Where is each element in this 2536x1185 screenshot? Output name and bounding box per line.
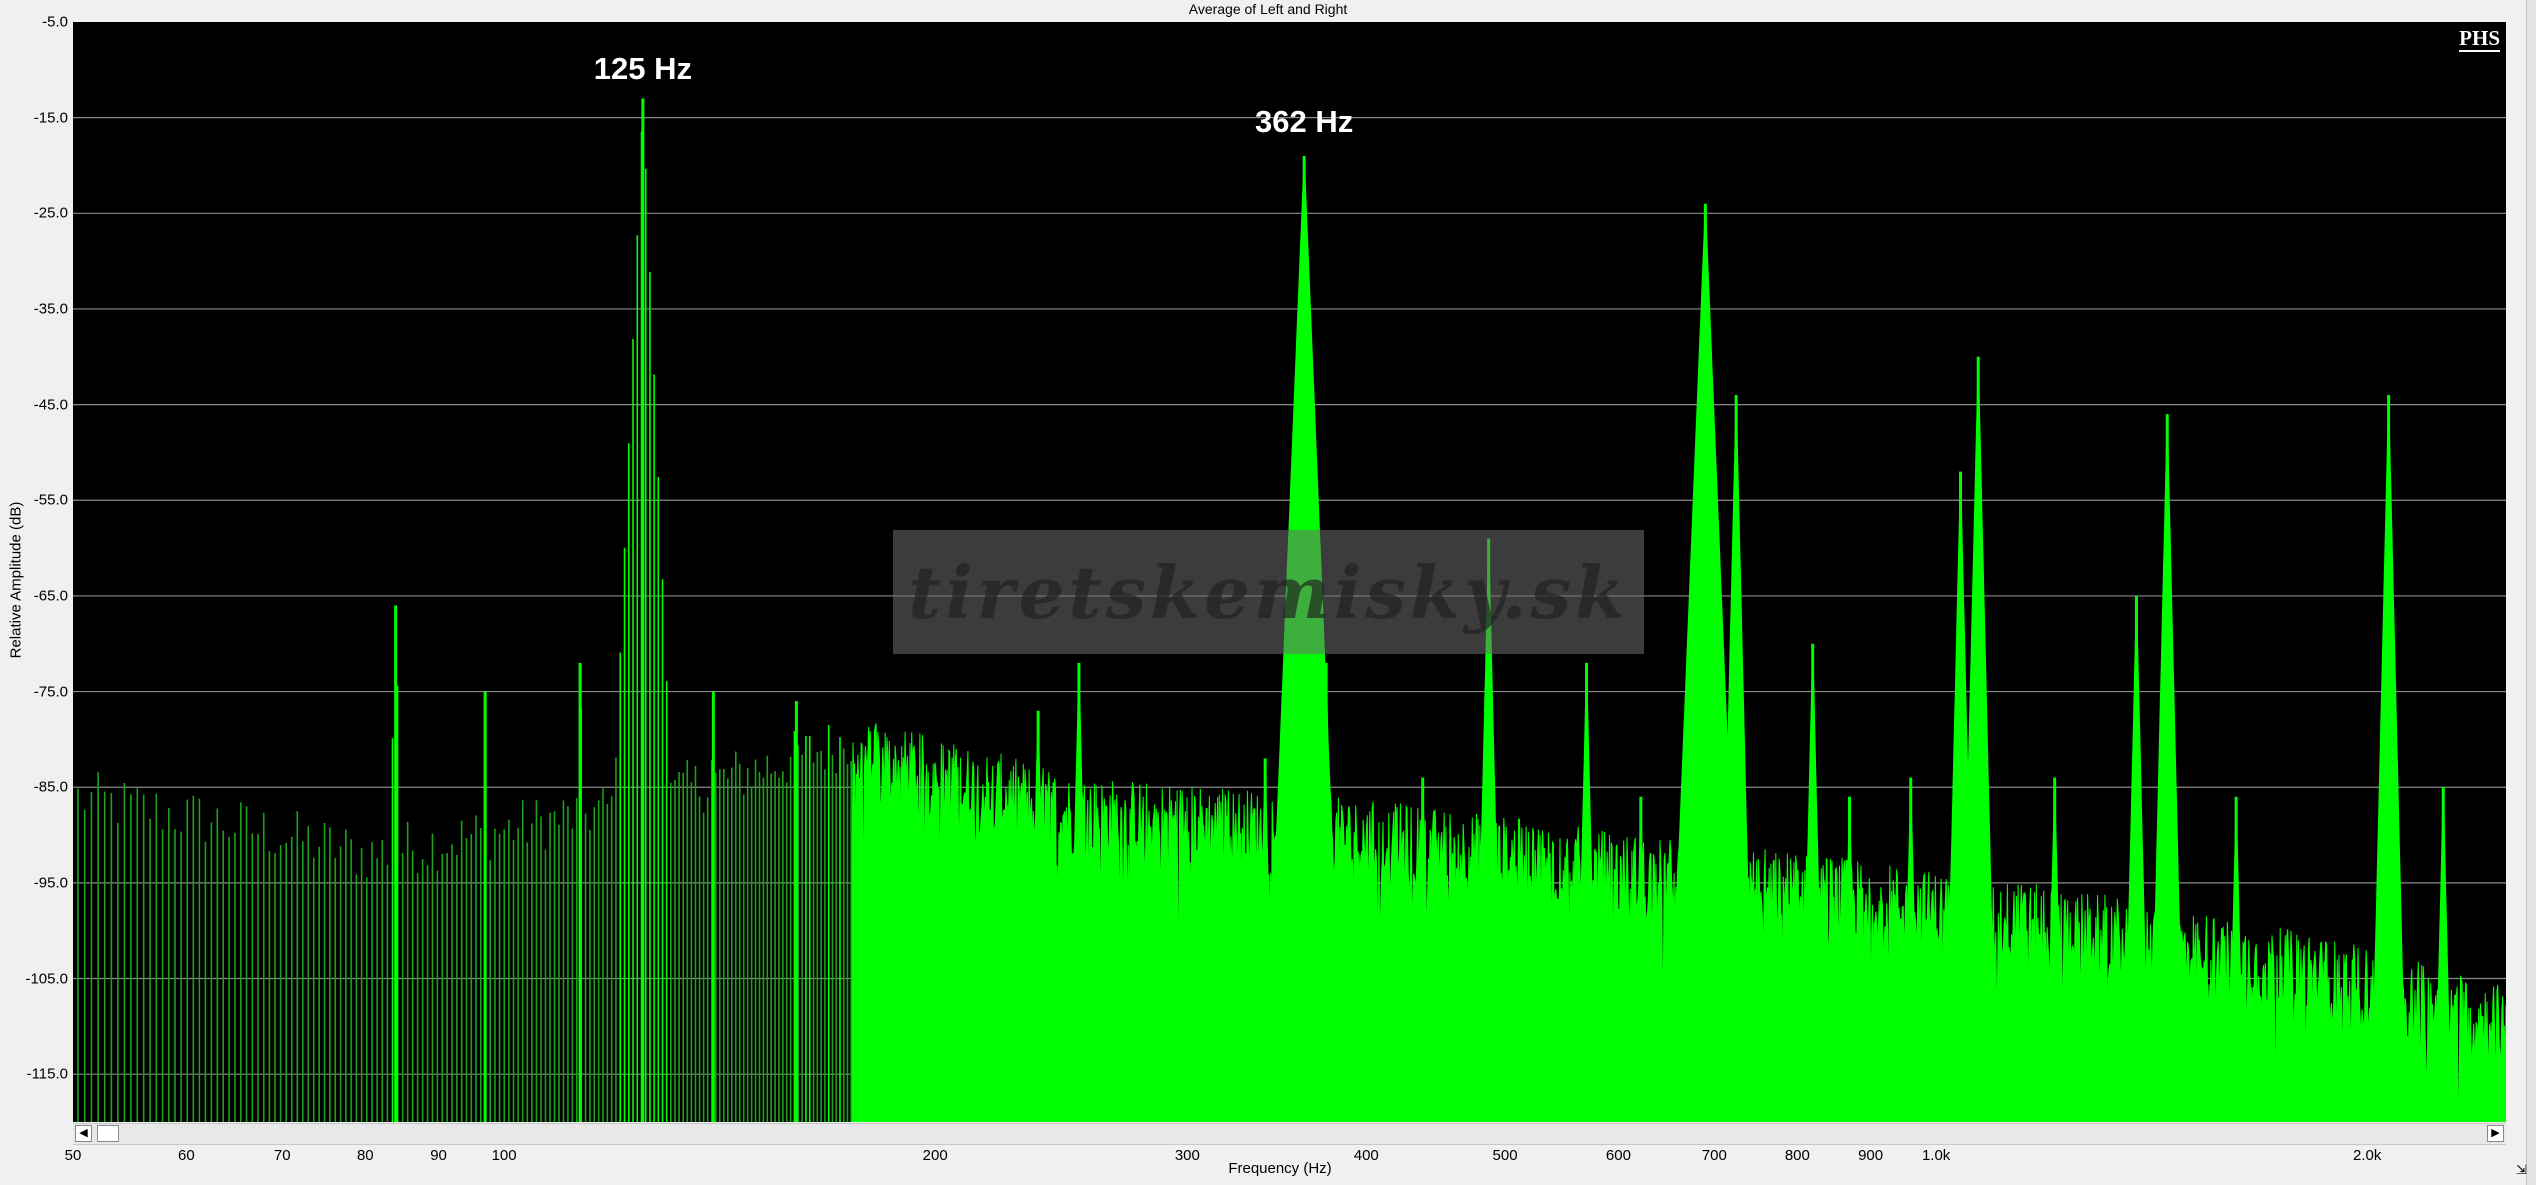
y-tick-label: -45.0 (33, 396, 68, 414)
y-tick-label: -105.0 (25, 970, 68, 988)
y-tick-label: -25.0 (33, 204, 68, 222)
plot-area: tiretskemisky.sk PHS 125 Hz 362 Hz (73, 22, 2506, 1122)
y-tick-label: -15.0 (33, 109, 68, 127)
y-tick-label: -5.0 (42, 13, 68, 31)
chart-title: Average of Left and Right (1188, 1, 1348, 17)
logo: PHS (2459, 26, 2500, 52)
peak-label: 362 Hz (1255, 103, 1354, 139)
scroll-left-icon[interactable]: ◀ (75, 1125, 92, 1142)
y-tick-label: -75.0 (33, 683, 68, 701)
scroll-right-icon[interactable]: ▶ (2487, 1125, 2504, 1142)
watermark: tiretskemisky.sk (893, 530, 1644, 654)
y-tick-label: -35.0 (33, 300, 68, 318)
y-tick-label: -65.0 (33, 587, 68, 605)
window-edge (2526, 0, 2536, 1185)
scroll-thumb[interactable] (97, 1125, 119, 1142)
watermark-text: tiretskemisky.sk (908, 549, 1629, 635)
x-axis-label: Frequency (Hz) (1228, 1160, 1332, 1177)
peak-label: 125 Hz (593, 51, 692, 87)
y-axis-label: Relative Amplitude (dB) (7, 501, 25, 659)
resize-grip-icon[interactable]: ⇲ (2516, 1162, 2527, 1178)
y-tick-label: -115.0 (26, 1065, 68, 1083)
y-tick-label: -85.0 (33, 778, 68, 796)
y-tick-label: -55.0 (33, 491, 68, 509)
horizontal-scrollbar[interactable]: ◀ ▶ (73, 1123, 2506, 1145)
y-tick-label: -95.0 (33, 874, 68, 892)
